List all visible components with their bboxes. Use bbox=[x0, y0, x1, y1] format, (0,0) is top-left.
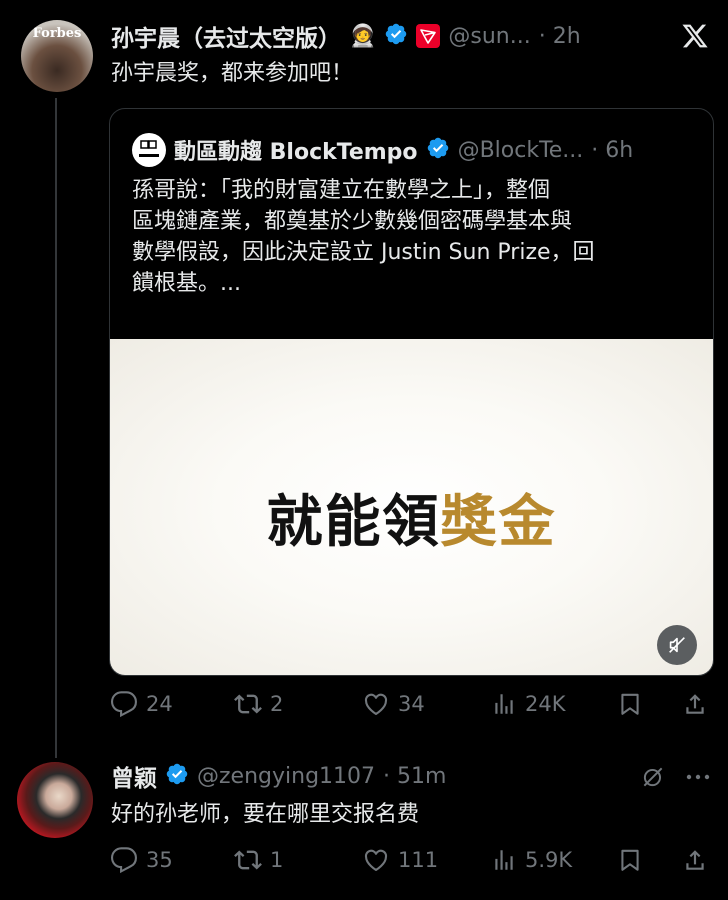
author-name[interactable]: 孙宇晨（去过太空版） bbox=[111, 19, 341, 53]
verified-icon bbox=[165, 762, 189, 790]
quoted-post-card[interactable]: 動區動趨 BlockTempo @BlockTe... · 6h 孫哥說：「我的… bbox=[109, 108, 714, 676]
bookmark-icon bbox=[621, 693, 639, 715]
views-count: 5.9K bbox=[525, 848, 573, 872]
quote-header: 動區動趨 BlockTempo @BlockTe... · 6h bbox=[174, 133, 633, 167]
quote-time[interactable]: · 6h bbox=[591, 138, 633, 163]
share-button[interactable] bbox=[682, 690, 708, 718]
share-icon bbox=[686, 850, 704, 870]
share-button[interactable] bbox=[682, 846, 708, 874]
author-handle[interactable]: @sun... bbox=[448, 24, 530, 49]
like-button[interactable]: 111 bbox=[362, 846, 438, 874]
repost-count: 2 bbox=[270, 692, 284, 716]
views-count: 24K bbox=[525, 692, 566, 716]
media-caption-gold: 獎金 bbox=[440, 489, 557, 555]
tron-icon bbox=[416, 24, 441, 48]
reply-time[interactable]: · 51m bbox=[383, 764, 446, 789]
reply-author-name[interactable]: 曾颖 bbox=[111, 759, 157, 793]
quote-text-line: 數學假設，因此決定設立 Justin Sun Prize，回 bbox=[132, 240, 595, 265]
views-icon bbox=[495, 850, 513, 870]
reply-count: 35 bbox=[146, 848, 173, 872]
reply-button[interactable]: 24 bbox=[110, 690, 173, 718]
media-caption-dark: 就能領 bbox=[266, 489, 441, 555]
quote-media-video[interactable]: 就能領獎金 bbox=[110, 339, 713, 675]
like-button[interactable]: 34 bbox=[362, 690, 425, 718]
reply-author-avatar[interactable] bbox=[17, 762, 93, 838]
repost-button[interactable]: 2 bbox=[234, 690, 283, 718]
like-count: 34 bbox=[398, 692, 425, 716]
reply-header: 曾颖 @zengying1107 · 51m bbox=[111, 759, 446, 793]
grok-icon[interactable] bbox=[640, 764, 666, 790]
like-icon bbox=[364, 693, 388, 715]
x-close-icon[interactable] bbox=[681, 22, 709, 50]
bookmark-button[interactable] bbox=[617, 690, 643, 718]
quote-text: 孫哥說：「我的財富建立在數學之上」，整個 區塊鏈產業，都奠基於少數幾個密碼學基本… bbox=[132, 175, 702, 299]
media-caption: 就能領獎金 bbox=[110, 477, 713, 558]
blocktempo-logo-icon bbox=[139, 140, 159, 157]
quote-text-line: 區塊鏈產業，都奠基於少數幾個密碼學基本與 bbox=[132, 209, 573, 234]
reply-icon bbox=[110, 691, 137, 718]
quote-text-line: 饋根基。... bbox=[132, 271, 241, 296]
views-icon bbox=[495, 694, 513, 714]
quote-avatar[interactable] bbox=[132, 133, 166, 167]
bookmark-button[interactable] bbox=[617, 846, 643, 874]
repost-button[interactable]: 1 bbox=[234, 846, 283, 874]
views-button[interactable]: 5.9K bbox=[491, 846, 572, 874]
quote-text-line: 孫哥說：「我的財富建立在數學之上」，整個 bbox=[132, 178, 551, 203]
repost-icon bbox=[234, 694, 262, 714]
bookmark-icon bbox=[621, 849, 639, 871]
post-text: 孙宇晨奖，都来参加吧！ bbox=[111, 61, 354, 86]
author-avatar[interactable]: Forbes bbox=[21, 20, 93, 92]
avatar-forbes-label: Forbes bbox=[32, 26, 82, 41]
more-icon[interactable] bbox=[684, 764, 712, 790]
verified-icon bbox=[384, 22, 408, 50]
reply-text: 好的孙老师，要在哪里交报名费 bbox=[111, 802, 420, 827]
repost-count: 1 bbox=[270, 848, 284, 872]
reply-icon bbox=[110, 847, 137, 874]
verified-icon bbox=[426, 136, 450, 164]
repost-icon bbox=[234, 850, 262, 870]
reply-button[interactable]: 35 bbox=[110, 846, 173, 874]
like-count: 111 bbox=[398, 848, 439, 872]
quote-author-handle[interactable]: @BlockTe... bbox=[458, 138, 584, 163]
quote-author-name[interactable]: 動區動趨 BlockTempo bbox=[174, 134, 418, 166]
thread-line bbox=[55, 98, 57, 758]
mute-video-button[interactable] bbox=[657, 625, 697, 665]
like-icon bbox=[364, 849, 388, 871]
reply-count: 24 bbox=[146, 692, 173, 716]
post-time[interactable]: · 2h bbox=[539, 24, 581, 49]
astronaut-emoji: 🧑‍🚀 bbox=[349, 23, 377, 49]
reply-author-handle[interactable]: @zengying1107 bbox=[197, 764, 375, 789]
post-header: 孙宇晨（去过太空版） 🧑‍🚀 @sun... · 2h bbox=[111, 19, 581, 53]
views-button[interactable]: 24K bbox=[491, 690, 566, 718]
speaker-muted-icon bbox=[669, 637, 685, 653]
share-icon bbox=[686, 694, 704, 714]
